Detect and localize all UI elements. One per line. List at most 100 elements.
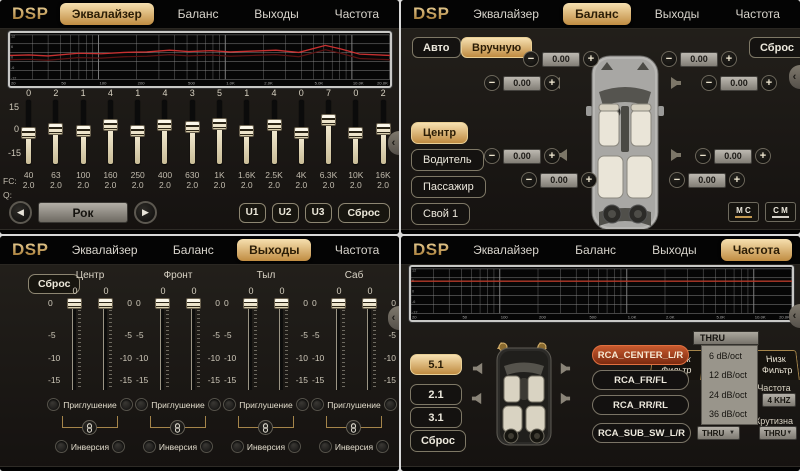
crossover-reset-button[interactable]: Сброс: [410, 430, 466, 452]
mute-left-toggle[interactable]: [47, 398, 60, 411]
slope-dropdown-option[interactable]: 36 dB/oct: [702, 405, 757, 425]
output-level-slider[interactable]: [359, 298, 381, 390]
invert-left-toggle[interactable]: [231, 440, 244, 453]
eq-band-slider[interactable]: [293, 99, 310, 166]
tab[interactable]: Выходы: [237, 239, 311, 261]
tab[interactable]: Эквалайзер: [60, 239, 150, 261]
output-level-slider[interactable]: [95, 298, 117, 390]
eq-band-slider[interactable]: [75, 99, 92, 166]
plus-button[interactable]: +: [583, 51, 599, 67]
tab[interactable]: Частота: [721, 239, 792, 261]
slider-handle[interactable]: [103, 119, 118, 131]
eq-band-slider[interactable]: [320, 99, 337, 166]
link-toggle[interactable]: [170, 420, 185, 435]
mode-3-1-button[interactable]: 3.1: [410, 407, 462, 428]
slider-handle[interactable]: [48, 123, 63, 135]
invert-left-toggle[interactable]: [55, 440, 68, 453]
output-level-slider[interactable]: [328, 298, 350, 390]
slope-dropdown-option[interactable]: 6 dB/oct: [702, 346, 757, 366]
plus-button[interactable]: +: [544, 148, 560, 164]
link-toggle[interactable]: [82, 420, 97, 435]
slope-dropdown-option[interactable]: 24 dB/oct: [702, 385, 757, 405]
slider-handle[interactable]: [376, 123, 391, 135]
auto-button[interactable]: Авто: [412, 37, 461, 58]
tab[interactable]: Эквалайзер: [60, 3, 154, 25]
slope-dropdown-selected[interactable]: THRU: [693, 331, 759, 345]
eq-band-slider[interactable]: [238, 99, 255, 166]
eq-band-slider[interactable]: [347, 99, 364, 166]
tab[interactable]: Выходы: [640, 239, 709, 261]
tab[interactable]: Частота: [323, 239, 391, 261]
slope-dropdown-option[interactable]: 12 dB/oct: [702, 366, 757, 386]
minus-button[interactable]: −: [484, 148, 500, 164]
plus-button[interactable]: +: [721, 51, 737, 67]
invert-right-toggle[interactable]: [112, 440, 125, 453]
eq-band-slider[interactable]: [211, 99, 228, 166]
preset-next-button[interactable]: ▶: [134, 201, 157, 224]
preset-button[interactable]: Рок: [38, 202, 128, 223]
tab[interactable]: Частота: [323, 3, 391, 25]
mute-left-toggle[interactable]: [135, 398, 148, 411]
user-memory-button[interactable]: U3: [305, 203, 332, 223]
minus-button[interactable]: −: [521, 172, 537, 188]
user-memory-button[interactable]: U1: [239, 203, 266, 223]
slider-handle[interactable]: [331, 298, 346, 309]
plus-button[interactable]: +: [729, 172, 745, 188]
mode-2-1-button[interactable]: 2.1: [410, 384, 462, 405]
slider-handle[interactable]: [274, 298, 289, 309]
slider-handle[interactable]: [98, 298, 113, 309]
position-preset-button[interactable]: Водитель: [411, 149, 484, 171]
slider-handle[interactable]: [348, 127, 363, 139]
output-level-slider[interactable]: [152, 298, 174, 390]
invert-left-toggle[interactable]: [143, 440, 156, 453]
unit-cm-button[interactable]: C M: [765, 202, 796, 222]
invert-left-toggle[interactable]: [319, 440, 332, 453]
channel-rca-center-button[interactable]: RCA_CENTER_L/R: [592, 345, 689, 365]
minus-button[interactable]: −: [701, 75, 717, 91]
eq-band-slider[interactable]: [156, 99, 173, 166]
slider-handle[interactable]: [243, 298, 258, 309]
invert-right-toggle[interactable]: [200, 440, 213, 453]
slider-handle[interactable]: [76, 125, 91, 137]
manual-button[interactable]: Вручную: [461, 37, 532, 58]
plus-button[interactable]: +: [544, 75, 560, 91]
mute-right-toggle[interactable]: [384, 398, 397, 411]
plus-button[interactable]: +: [761, 75, 777, 91]
slider-handle[interactable]: [239, 125, 254, 137]
invert-right-toggle[interactable]: [376, 440, 389, 453]
link-toggle[interactable]: [258, 420, 273, 435]
tab[interactable]: Баланс: [563, 239, 628, 261]
minus-button[interactable]: −: [669, 172, 685, 188]
slider-handle[interactable]: [155, 298, 170, 309]
eq-band-slider[interactable]: [102, 99, 119, 166]
slider-handle[interactable]: [362, 298, 377, 309]
edge-panel-handle[interactable]: ‹: [789, 65, 800, 89]
user-memory-button[interactable]: U2: [272, 203, 299, 223]
mode-5-1-button[interactable]: 5.1: [410, 354, 462, 375]
edge-panel-handle[interactable]: ‹: [789, 304, 800, 328]
eq-band-slider[interactable]: [375, 99, 392, 166]
slider-handle[interactable]: [185, 121, 200, 133]
position-preset-button[interactable]: Центр: [411, 122, 468, 144]
minus-button[interactable]: −: [661, 51, 677, 67]
slider-handle[interactable]: [67, 298, 82, 309]
slider-handle[interactable]: [321, 114, 336, 126]
slider-handle[interactable]: [267, 119, 282, 131]
channel-rca-rear-button[interactable]: RCA_RR/RL: [592, 395, 689, 415]
frequency-value-box[interactable]: 4 KHZ: [762, 393, 796, 407]
mute-left-toggle[interactable]: [223, 398, 236, 411]
plus-button[interactable]: +: [755, 148, 771, 164]
output-level-slider[interactable]: [271, 298, 293, 390]
eq-band-slider[interactable]: [47, 99, 64, 166]
slider-handle[interactable]: [186, 298, 201, 309]
channel-rca-sub-button[interactable]: RCA_SUB_SW_L/R: [592, 423, 691, 443]
tab[interactable]: Баланс: [563, 3, 631, 25]
tab[interactable]: Эквалайзер: [461, 3, 551, 25]
position-preset-button[interactable]: Свой 1: [411, 203, 470, 225]
slider-handle[interactable]: [130, 125, 145, 137]
output-level-slider[interactable]: [240, 298, 262, 390]
eq-band-slider[interactable]: [184, 99, 201, 166]
minus-button[interactable]: −: [523, 51, 539, 67]
minus-button[interactable]: −: [695, 148, 711, 164]
preset-prev-button[interactable]: ◀: [9, 201, 32, 224]
